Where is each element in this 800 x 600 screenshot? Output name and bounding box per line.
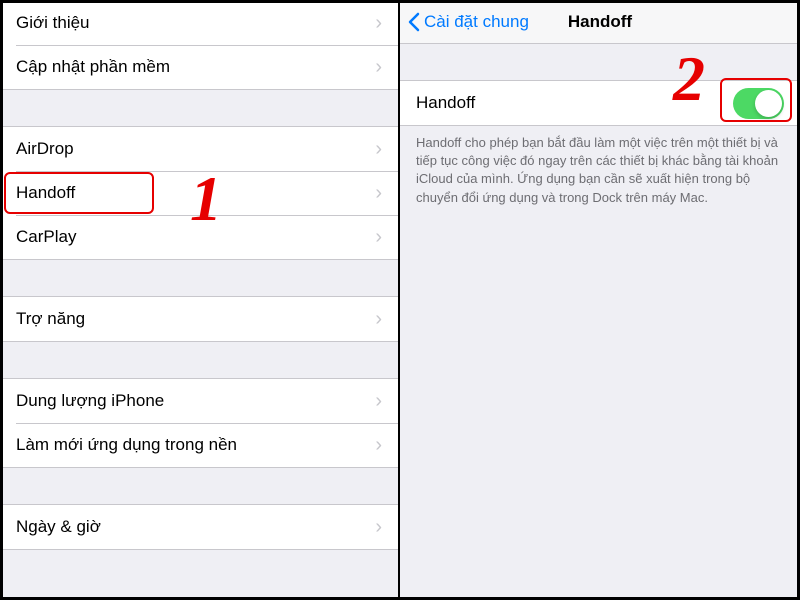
settings-group-3: Trợ năng › [0,296,398,342]
row-airdrop[interactable]: AirDrop › [0,127,398,171]
cell-label: Handoff [16,183,375,203]
chevron-left-icon [408,12,420,32]
cell-label: AirDrop [16,139,375,159]
handoff-description: Handoff cho phép bạn bắt đầu làm một việ… [400,126,800,215]
cell-label: Ngày & giờ [16,517,375,537]
handoff-toggle-group: Handoff [400,80,800,126]
group-spacer [0,342,398,378]
row-accessibility[interactable]: Trợ năng › [0,297,398,341]
row-iphone-storage[interactable]: Dung lượng iPhone › [0,379,398,423]
settings-group-4: Dung lượng iPhone › Làm mới ứng dụng tro… [0,378,398,468]
chevron-right-icon: › [375,390,382,413]
chevron-right-icon: › [375,138,382,161]
row-background-refresh[interactable]: Làm mới ứng dụng trong nền › [0,423,398,467]
chevron-right-icon: › [375,12,382,35]
chevron-right-icon: › [375,182,382,205]
cell-label: Giới thiệu [16,13,375,33]
row-handoff-toggle[interactable]: Handoff [400,81,800,125]
group-spacer [400,44,800,80]
settings-group-5: Ngày & giờ › [0,504,398,550]
row-carplay[interactable]: CarPlay › [0,215,398,259]
cell-label: CarPlay [16,227,375,247]
chevron-right-icon: › [375,434,382,457]
page-title: Handoff [568,12,632,32]
toggle-knob [755,90,782,117]
group-spacer [0,90,398,126]
settings-group-1: Giới thiệu › Cập nhật phần mềm › [0,0,398,90]
cell-label: Cập nhật phần mềm [16,57,375,77]
handoff-settings-panel: Cài đặt chung Handoff Handoff Handoff ch… [400,0,800,600]
chevron-right-icon: › [375,516,382,539]
settings-group-2: AirDrop › Handoff › CarPlay › [0,126,398,260]
chevron-right-icon: › [375,56,382,79]
cell-label: Dung lượng iPhone [16,391,375,411]
chevron-right-icon: › [375,308,382,331]
cell-label: Làm mới ứng dụng trong nền [16,435,375,455]
general-settings-panel: Giới thiệu › Cập nhật phần mềm › AirDrop… [0,0,400,600]
group-spacer [0,468,398,504]
cell-label: Handoff [416,93,733,113]
row-date-time[interactable]: Ngày & giờ › [0,505,398,549]
navigation-bar: Cài đặt chung Handoff [400,0,800,44]
row-software-update[interactable]: Cập nhật phần mềm › [0,45,398,89]
back-label: Cài đặt chung [424,12,529,32]
back-button[interactable]: Cài đặt chung [408,12,529,32]
row-about[interactable]: Giới thiệu › [0,1,398,45]
row-handoff[interactable]: Handoff › [0,171,398,215]
chevron-right-icon: › [375,226,382,249]
group-spacer [0,260,398,296]
handoff-toggle[interactable] [733,88,784,119]
cell-label: Trợ năng [16,309,375,329]
